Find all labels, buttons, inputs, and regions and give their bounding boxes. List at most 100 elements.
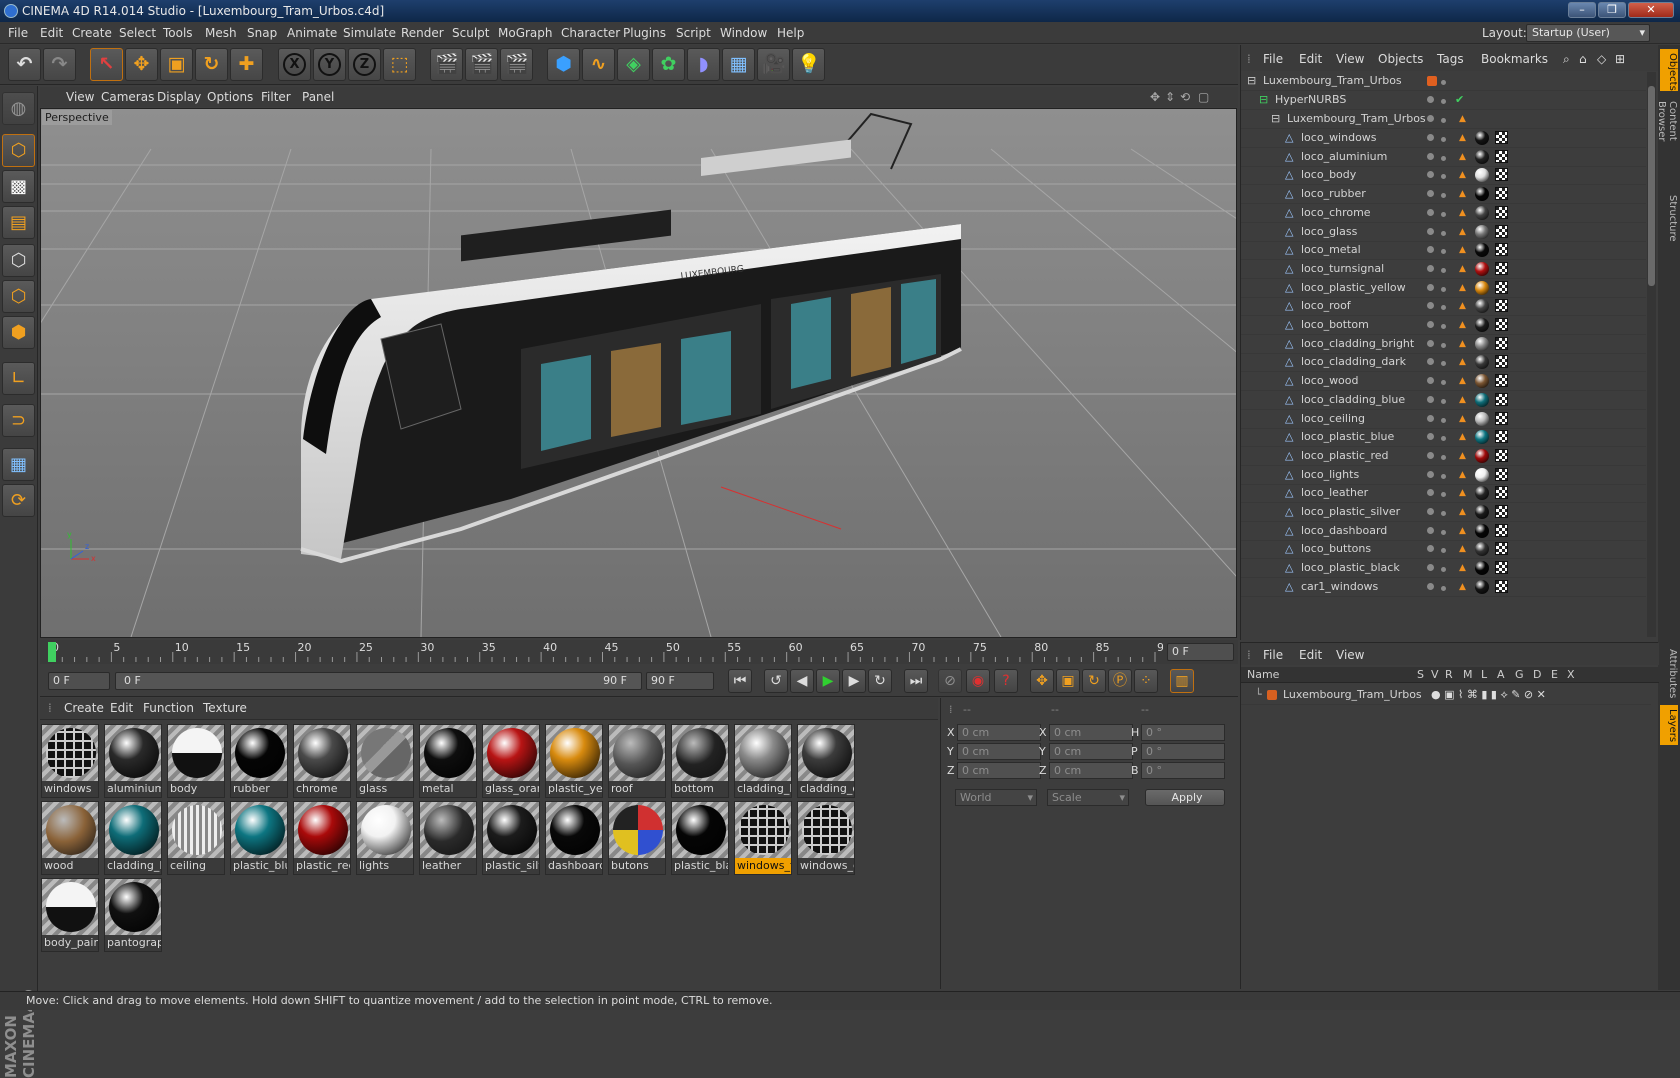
render-settings-button[interactable]: 🎬 (500, 48, 533, 81)
material-swatch[interactable]: cladding_b (734, 724, 792, 798)
phong-tag-icon[interactable]: ▲ (1459, 171, 1467, 180)
uvw-tag-icon[interactable] (1495, 243, 1508, 257)
object-row[interactable]: △ loco_turnsignal ▲ (1241, 259, 1646, 279)
rotate-button[interactable]: ↻ (195, 48, 228, 81)
editor-visibility-dot[interactable] (1427, 339, 1434, 347)
coord-value-field[interactable]: 0 ° (1141, 762, 1225, 779)
editor-visibility-dot[interactable] (1427, 508, 1434, 515)
render-visibility-dot[interactable] (1441, 361, 1446, 367)
phong-tag-icon[interactable]: ▲ (1459, 358, 1467, 367)
autokey-button[interactable]: ◉ (966, 669, 990, 693)
start-frame-field[interactable]: 0 F (48, 672, 110, 690)
layer-flags[interactable]: ● ▣ ⌇ ⌘ ▮ ▮ ⟡ ✎ ⊘ ✕ (1431, 685, 1546, 705)
object-scrollbar[interactable] (1647, 72, 1656, 637)
phong-tag-icon[interactable]: ▲ (1459, 470, 1467, 479)
object-row[interactable]: △ loco_ceiling ▲ (1241, 409, 1646, 429)
render-visibility-dot[interactable] (1441, 80, 1446, 85)
menu-script[interactable]: Script (676, 26, 711, 40)
layer-column-header[interactable]: Name (1247, 668, 1279, 681)
next-frame-button[interactable]: ▶ (842, 669, 866, 693)
viewport-zoom-icon[interactable]: ⇕ (1165, 90, 1175, 104)
layer-column-header[interactable]: M (1463, 668, 1473, 681)
menu-window[interactable]: Window (720, 26, 767, 40)
timeline-window-button[interactable]: ▥ (1170, 669, 1194, 693)
uvw-tag-icon[interactable] (1495, 187, 1508, 201)
phong-tag-icon[interactable]: ▲ (1459, 302, 1467, 311)
polygons-mode-button[interactable]: ⬢ (2, 316, 35, 349)
viewport-menu-options[interactable]: Options (207, 90, 253, 104)
layer-menu-file[interactable]: File (1263, 648, 1283, 662)
layer-menu-view[interactable]: View (1336, 648, 1364, 662)
object-name[interactable]: loco_plastic_black (1301, 558, 1400, 578)
viewport-menu-display[interactable]: Display (157, 90, 201, 104)
uvw-tag-icon[interactable] (1495, 486, 1508, 500)
material-tag-icon[interactable] (1475, 131, 1489, 145)
editor-visibility-dot[interactable] (1427, 526, 1434, 534)
object-row[interactable]: △ loco_aluminium ▲ (1241, 147, 1646, 167)
spline-button[interactable]: ∿ (582, 48, 615, 81)
scale-button[interactable]: ▣ (160, 48, 193, 81)
uvw-tag-icon[interactable] (1495, 579, 1508, 593)
phong-tag-icon[interactable]: ▲ (1459, 526, 1467, 535)
material-swatch[interactable]: body (167, 724, 225, 798)
editor-visibility-dot[interactable] (1427, 451, 1434, 459)
uvw-tag-icon[interactable] (1495, 392, 1508, 406)
object-row[interactable]: △ loco_cladding_blue ▲ (1241, 390, 1646, 410)
object-name[interactable]: loco_plastic_silver (1301, 502, 1400, 522)
render-visibility-dot[interactable] (1441, 380, 1446, 386)
object-name[interactable]: loco_dashboard (1301, 521, 1387, 541)
phong-tag-icon[interactable]: ▲ (1459, 152, 1467, 161)
object-name[interactable]: loco_chrome (1301, 203, 1371, 223)
object-name[interactable]: loco_roof (1301, 296, 1351, 316)
material-swatch[interactable]: bottom (671, 724, 729, 798)
make-editable-button[interactable]: ◍ (2, 92, 35, 125)
object-name[interactable]: Luxembourg_Tram_Urbos (1287, 109, 1426, 129)
uvw-tag-icon[interactable] (1495, 467, 1508, 481)
phong-tag-icon[interactable]: ▲ (1459, 227, 1467, 236)
editor-visibility-dot[interactable] (1427, 190, 1434, 198)
tab-attributes[interactable]: Attributes (1660, 645, 1678, 699)
tab-structure[interactable]: Structure (1660, 191, 1678, 247)
object-name[interactable]: loco_bottom (1301, 315, 1369, 335)
render-visibility-dot[interactable] (1441, 324, 1446, 329)
object-name[interactable]: loco_aluminium (1301, 147, 1387, 167)
phong-tag-icon[interactable]: ▲ (1459, 395, 1467, 404)
object-name[interactable]: Luxembourg_Tram_Urbos (1263, 71, 1402, 91)
editor-visibility-dot[interactable] (1427, 171, 1434, 179)
uvw-tag-icon[interactable] (1495, 299, 1508, 313)
play-button[interactable]: ▶ (816, 669, 840, 693)
editor-visibility-dot[interactable] (1427, 208, 1434, 216)
tab-content-browser[interactable]: Content Browser (1656, 97, 1678, 183)
render-visibility-dot[interactable] (1441, 436, 1446, 442)
phong-tag-icon[interactable]: ▲ (1459, 377, 1467, 386)
home-icon[interactable]: ⌂ (1579, 52, 1587, 66)
render-visibility-dot[interactable] (1441, 267, 1446, 273)
material-swatch[interactable]: wood (41, 801, 99, 875)
material-tag-icon[interactable] (1475, 336, 1489, 351)
last-tool-button[interactable]: ✚ (230, 48, 263, 81)
material-tag-icon[interactable] (1475, 561, 1489, 576)
search-icon[interactable]: ⌕ (1563, 52, 1570, 67)
layer-menu-edit[interactable]: Edit (1299, 648, 1322, 662)
material-tag-icon[interactable] (1475, 430, 1489, 445)
render-visibility-dot[interactable] (1441, 529, 1446, 535)
model-mode-button[interactable]: ⬡ (2, 134, 35, 167)
material-swatch[interactable]: body_paint (41, 878, 99, 952)
material-swatch[interactable]: lights (356, 801, 414, 875)
phong-tag-icon[interactable]: ▲ (1459, 451, 1467, 460)
material-swatch[interactable]: ceiling (167, 801, 225, 875)
key-pla-button[interactable]: ⁘ (1134, 669, 1158, 693)
phong-tag-icon[interactable]: ▲ (1459, 115, 1467, 124)
render-visibility-dot[interactable] (1441, 155, 1446, 161)
undo-button[interactable]: ↶ (8, 48, 41, 81)
layer-column-header[interactable]: L (1481, 668, 1487, 681)
render-visibility-dot[interactable] (1441, 211, 1446, 217)
material-tag-icon[interactable] (1475, 486, 1489, 501)
z-axis-button[interactable]: Z (348, 48, 381, 81)
material-tag-icon[interactable] (1475, 392, 1489, 407)
material-tag-icon[interactable] (1475, 523, 1489, 538)
editor-visibility-dot[interactable] (1427, 283, 1434, 291)
render-visibility-dot[interactable] (1441, 567, 1446, 573)
cube-button[interactable]: ⬢ (547, 48, 580, 81)
points-mode-button[interactable]: ⬡ (2, 244, 35, 277)
